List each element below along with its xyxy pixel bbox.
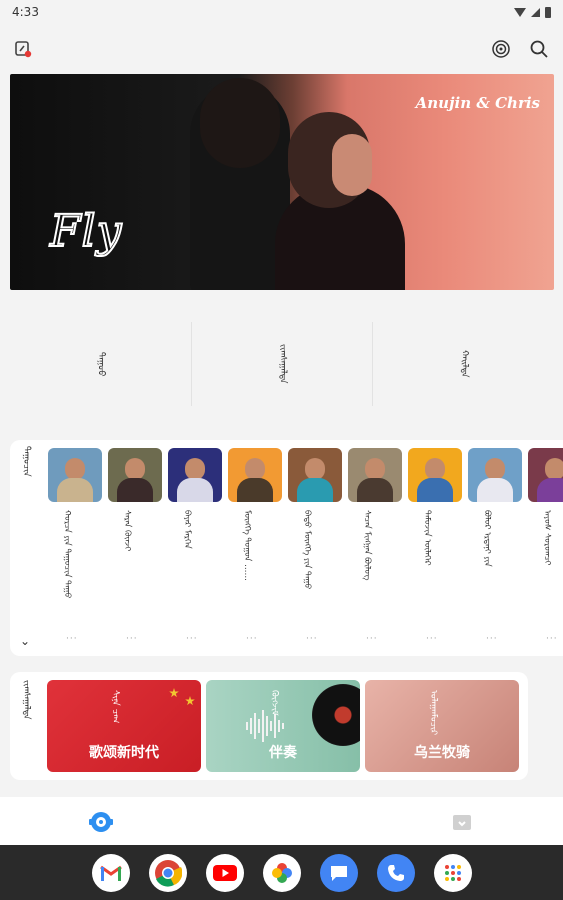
artist-more: ··· bbox=[66, 634, 78, 644]
bottom-nav bbox=[0, 797, 563, 845]
messages-icon[interactable] bbox=[319, 853, 358, 892]
artist-name: ᠪᠠᠶᠠᠷ ᠮᠡᠷᠭᠡᠨ bbox=[182, 510, 193, 549]
banner-artist: Anujin & Chris bbox=[415, 94, 540, 112]
chrome-icon[interactable] bbox=[148, 853, 187, 892]
app-drawer-icon[interactable] bbox=[433, 853, 472, 892]
wifi-icon bbox=[514, 7, 526, 17]
playlist-card[interactable]: ᠤᠯᠠᠭᠠᠨᠮᠤᠴᠢᠷ 乌兰牧骑 bbox=[365, 680, 519, 772]
library-icon[interactable] bbox=[450, 811, 474, 833]
banner-figure bbox=[332, 134, 372, 196]
top-bar bbox=[0, 34, 563, 64]
photos-icon[interactable] bbox=[262, 853, 301, 892]
artist-name: ᠠᠶᠣᠰ ᠰᠤᠷᠤᠭᠴᠢ bbox=[542, 510, 553, 566]
artist-name: ᠬᠤᠷᠴᠠ ᠶᠢᠨ ᠳᠠᠭᠤᠴᠢᠨ ᠳᠠᠭᠤ bbox=[62, 510, 73, 599]
artist-more: ··· bbox=[246, 634, 258, 644]
artist-more: ··· bbox=[486, 634, 498, 644]
system-dock bbox=[0, 845, 563, 900]
playlist-card[interactable]: ᠰᠢᠨᠡ ᠴᠠᠭ 歌颂新时代 bbox=[47, 680, 201, 772]
banner-title: Fly bbox=[49, 205, 123, 258]
category-button[interactable]: ᠳᠠᠭᠤᠤ bbox=[10, 322, 192, 406]
artist-photo bbox=[528, 448, 563, 502]
category-label: ᠵᠢᠭᠰᠠᠭᠠᠯᠲᠠ bbox=[277, 344, 288, 384]
chevron-down-icon[interactable]: ⌄ bbox=[20, 634, 30, 648]
category-label: ᠬᠠᠢᠯᠲᠠ bbox=[459, 350, 470, 378]
playlist-script: ᠰᠢᠨᠡ ᠴᠠᠭ bbox=[109, 690, 120, 724]
artist-photo bbox=[228, 448, 282, 502]
status-bar: 4:33 bbox=[0, 0, 563, 24]
artists-section: ᠳᠠᠭᠤᠴᠢᠨ ⌄ ᠬᠤᠷᠴᠠ ᠶᠢᠨ ᠳᠠᠭᠤᠴᠢᠨ ᠳᠠᠭᠤ ··· ᠰᠠᠷ… bbox=[10, 440, 563, 656]
artist-name: ᠰᠡᠴᠡᠨ ᠮᠢᠩᠭᠠᠨ ᠪᠦᠯᠦᠭ bbox=[362, 510, 373, 581]
category-label: ᠳᠠᠭᠤᠤ bbox=[95, 351, 106, 377]
artist-item[interactable]: ᠠᠶᠣᠰ ᠰᠤᠷᠤᠭᠴᠢ ··· bbox=[528, 448, 563, 648]
category-button[interactable]: ᠬᠠᠢᠯᠲᠠ bbox=[373, 322, 554, 406]
category-row: ᠳᠠᠭᠤᠤ ᠵᠢᠭᠰᠠᠭᠠᠯᠲᠠ ᠬᠠᠢᠯᠲᠠ bbox=[10, 322, 554, 406]
artist-photo bbox=[108, 448, 162, 502]
radar-icon[interactable] bbox=[488, 36, 514, 62]
artist-item[interactable]: ᠬᠤᠷᠴᠠ ᠶᠢᠨ ᠳᠠᠭᠤᠴᠢᠨ ᠳᠠᠭᠤ ··· bbox=[48, 448, 104, 648]
artist-name: ᠰᠠᠷᠠᠨ ᠭᠦᠨᠵᠢ bbox=[122, 510, 133, 552]
artist-item[interactable]: ᠪᠣᠯᠣᠷ ᠡᠷᠳᠡᠨᠢ ᠶᠢᠨ ··· bbox=[468, 448, 524, 648]
artist-more: ··· bbox=[426, 634, 438, 644]
star-icon bbox=[185, 696, 195, 706]
artist-more: ··· bbox=[306, 634, 318, 644]
artist-name: ᠪᠠᠲᠤ ᠮᠥᠩᠬᠡ ᠶᠢᠨ ᠳᠠᠭᠤ bbox=[302, 510, 313, 590]
artist-item[interactable]: ᠪᠠᠲᠤ ᠮᠥᠩᠬᠡ ᠶᠢᠨ ᠳᠠᠭᠤ ··· bbox=[288, 448, 344, 648]
artist-photo bbox=[348, 448, 402, 502]
artist-photo bbox=[48, 448, 102, 502]
banner-figure bbox=[200, 78, 280, 168]
artist-more: ··· bbox=[366, 634, 378, 644]
playlist-script: ᠤᠯᠠᠭᠠᠨᠮᠤᠴᠢᠷ bbox=[427, 690, 438, 736]
signal-icon bbox=[531, 7, 540, 17]
artist-item[interactable]: ᠮᠦᠩᠭᠡ ᠲᠣᠭᠣᠨ …… ··· bbox=[228, 448, 284, 648]
artist-item[interactable]: ᠰᠡᠴᠡᠨ ᠮᠢᠩᠭᠠᠨ ᠪᠦᠯᠦᠭ ··· bbox=[348, 448, 404, 648]
vinyl-record-icon bbox=[312, 684, 360, 746]
artist-list[interactable]: ᠬᠤᠷᠴᠠ ᠶᠢᠨ ᠳᠠᠭᠤᠴᠢᠨ ᠳᠠᠭᠤ ··· ᠰᠠᠷᠠᠨ ᠭᠦᠨᠵᠢ ·… bbox=[48, 448, 563, 648]
status-time: 4:33 bbox=[12, 5, 39, 19]
section-title: ᠳᠠᠭᠤᠴᠢᠨ bbox=[20, 446, 31, 477]
artist-photo bbox=[468, 448, 522, 502]
artist-more: ··· bbox=[126, 634, 138, 644]
playlist-caption: 歌颂新时代 bbox=[89, 745, 159, 761]
star-icon bbox=[169, 688, 179, 698]
artist-more: ··· bbox=[546, 634, 558, 644]
artist-photo bbox=[408, 448, 462, 502]
artist-photo bbox=[288, 448, 342, 502]
artist-name: ᠮᠦᠩᠭᠡ ᠲᠣᠭᠣᠨ …… bbox=[242, 510, 253, 582]
artist-more: ··· bbox=[186, 634, 198, 644]
artist-name: ᠪᠣᠯᠣᠷ ᠡᠷᠳᠡᠨᠢ ᠶᠢᠨ bbox=[482, 510, 493, 567]
playlists-section: ᠵᠢᠭᠰᠠᠭᠠᠯᠲᠠ ᠰᠢᠨᠡ ᠴᠠᠭ 歌颂新时代 ᠬᠥᠭᠵᠢᠮ 伴奏 ᠤᠯᠠᠭ… bbox=[10, 672, 528, 780]
home-music-icon[interactable] bbox=[88, 809, 114, 835]
music-logo-icon[interactable] bbox=[10, 36, 36, 62]
artist-photo bbox=[168, 448, 222, 502]
search-icon[interactable] bbox=[526, 36, 552, 62]
artist-item[interactable]: ᠲᠡᠮᠦᠵᠢᠨ ᠦᠯᠡᠭᠡᠷ ··· bbox=[408, 448, 464, 648]
section-title: ᠵᠢᠭᠰᠠᠭᠠᠯᠲᠠ bbox=[20, 680, 31, 720]
gmail-icon[interactable] bbox=[91, 853, 130, 892]
playlist-script: ᠬᠥᠭᠵᠢᠮ bbox=[268, 690, 279, 716]
status-icons bbox=[514, 6, 551, 18]
playlist-caption: 乌兰牧骑 bbox=[414, 745, 470, 761]
youtube-icon[interactable] bbox=[205, 853, 244, 892]
playlist-caption: 伴奏 bbox=[269, 745, 297, 761]
battery-icon bbox=[545, 6, 551, 18]
artist-item[interactable]: ᠰᠠᠷᠠᠨ ᠭᠦᠨᠵᠢ ··· bbox=[108, 448, 164, 648]
phone-icon[interactable] bbox=[376, 853, 415, 892]
category-button[interactable]: ᠵᠢᠭᠰᠠᠭᠠᠯᠲᠠ bbox=[192, 322, 374, 406]
artist-item[interactable]: ᠪᠠᠶᠠᠷ ᠮᠡᠷᠭᠡᠨ ··· bbox=[168, 448, 224, 648]
playlist-card[interactable]: ᠬᠥᠭᠵᠢᠮ 伴奏 bbox=[206, 680, 360, 772]
featured-banner[interactable]: Fly Anujin & Chris bbox=[10, 74, 554, 290]
artist-name: ᠲᠡᠮᠦᠵᠢᠨ ᠦᠯᠡᠭᠡᠷ bbox=[422, 510, 433, 566]
